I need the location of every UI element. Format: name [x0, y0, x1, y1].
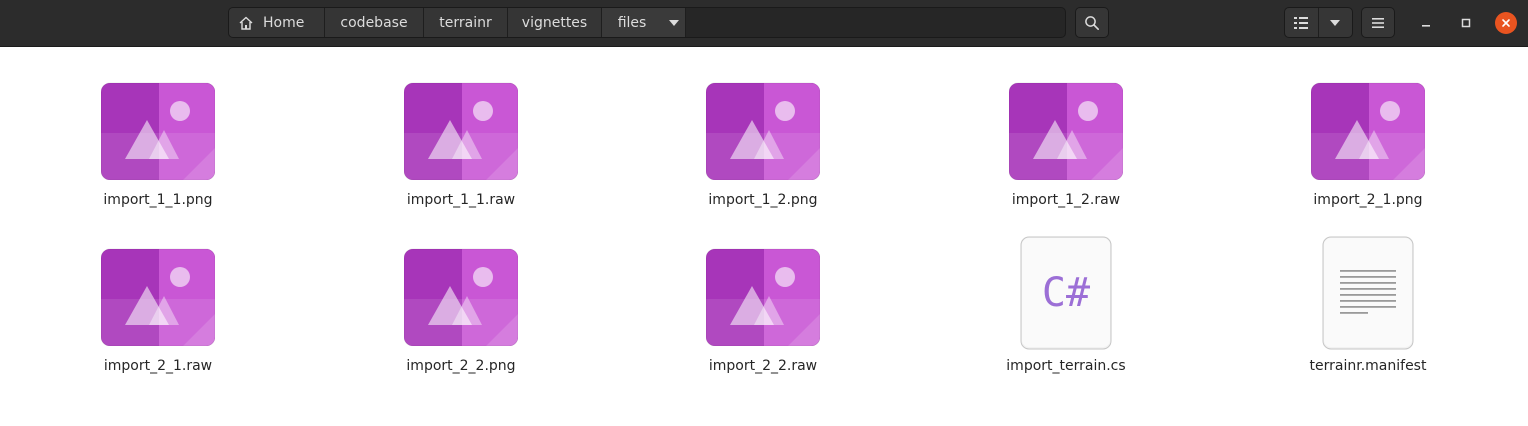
close-button[interactable]: [1495, 12, 1517, 34]
maximize-icon: [1461, 18, 1471, 28]
list-view-button[interactable]: [1285, 8, 1319, 37]
text-file-icon: [1322, 236, 1414, 350]
breadcrumb-home[interactable]: Home: [229, 8, 325, 37]
chevron-down-icon: [668, 19, 679, 26]
breadcrumb-label: Home: [263, 14, 305, 31]
file-item[interactable]: import_2_2.raw: [643, 248, 883, 398]
file-item[interactable]: C# import_terrain.cs: [946, 236, 1186, 386]
file-name: import_1_1.png: [103, 192, 213, 208]
path-bar: Home codebase terrainr vignettes files: [228, 7, 1066, 38]
image-icon: [404, 82, 518, 180]
image-icon: [101, 248, 215, 346]
file-item[interactable]: import_1_2.raw: [946, 82, 1186, 232]
file-item[interactable]: import_2_1.png: [1248, 82, 1488, 232]
file-item[interactable]: import_2_2.png: [341, 248, 581, 398]
file-name: import_2_2.raw: [708, 358, 818, 374]
breadcrumb-vignettes[interactable]: vignettes: [508, 8, 602, 37]
breadcrumb-label: codebase: [340, 14, 408, 31]
breadcrumb-label: terrainr: [439, 14, 492, 31]
search-icon: [1085, 15, 1099, 30]
list-view-icon: [1294, 16, 1309, 29]
image-icon: [706, 82, 820, 180]
hamburger-menu-icon: [1372, 17, 1384, 28]
main-menu-button[interactable]: [1361, 7, 1395, 38]
image-icon: [706, 248, 820, 346]
file-item[interactable]: import_1_2.png: [643, 82, 883, 232]
file-name: import_2_2.png: [406, 358, 516, 374]
breadcrumb-label: vignettes: [521, 14, 588, 31]
file-name: import_1_1.raw: [406, 192, 516, 208]
file-name: terrainr.manifest: [1309, 358, 1427, 374]
file-item[interactable]: import_1_1.png: [38, 82, 278, 232]
breadcrumb-files[interactable]: files: [602, 8, 662, 37]
search-button[interactable]: [1075, 7, 1109, 38]
file-item[interactable]: import_2_1.raw: [38, 248, 278, 398]
image-icon: [1311, 82, 1425, 180]
file-item[interactable]: import_1_1.raw: [341, 82, 581, 232]
maximize-button[interactable]: [1455, 12, 1477, 34]
home-icon: [239, 16, 253, 30]
image-icon: [1009, 82, 1123, 180]
view-switcher: [1284, 7, 1353, 38]
file-grid: import_1_1.png import_1_1.raw import_1_2…: [0, 46, 1528, 426]
path-menu-button[interactable]: [662, 8, 686, 37]
file-name: import_2_1.raw: [103, 358, 213, 374]
chevron-down-icon: [1330, 19, 1341, 26]
close-icon: [1502, 19, 1510, 27]
minimize-icon: [1422, 25, 1430, 27]
breadcrumb-terrainr[interactable]: terrainr: [424, 8, 508, 37]
file-name: import_2_1.png: [1313, 192, 1423, 208]
minimize-button[interactable]: [1415, 12, 1437, 34]
csharp-glyph: C#: [1042, 270, 1090, 316]
view-options-button[interactable]: [1319, 8, 1353, 37]
file-name: import_1_2.raw: [1011, 192, 1121, 208]
csharp-file-icon: C#: [1020, 236, 1112, 350]
header-bar: Home codebase terrainr vignettes files: [0, 0, 1528, 47]
file-name: import_terrain.cs: [1006, 358, 1126, 374]
image-icon: [404, 248, 518, 346]
file-item[interactable]: terrainr.manifest: [1248, 236, 1488, 386]
image-icon: [101, 82, 215, 180]
breadcrumb-label: files: [617, 14, 647, 31]
breadcrumb-codebase[interactable]: codebase: [325, 8, 424, 37]
file-name: import_1_2.png: [708, 192, 818, 208]
